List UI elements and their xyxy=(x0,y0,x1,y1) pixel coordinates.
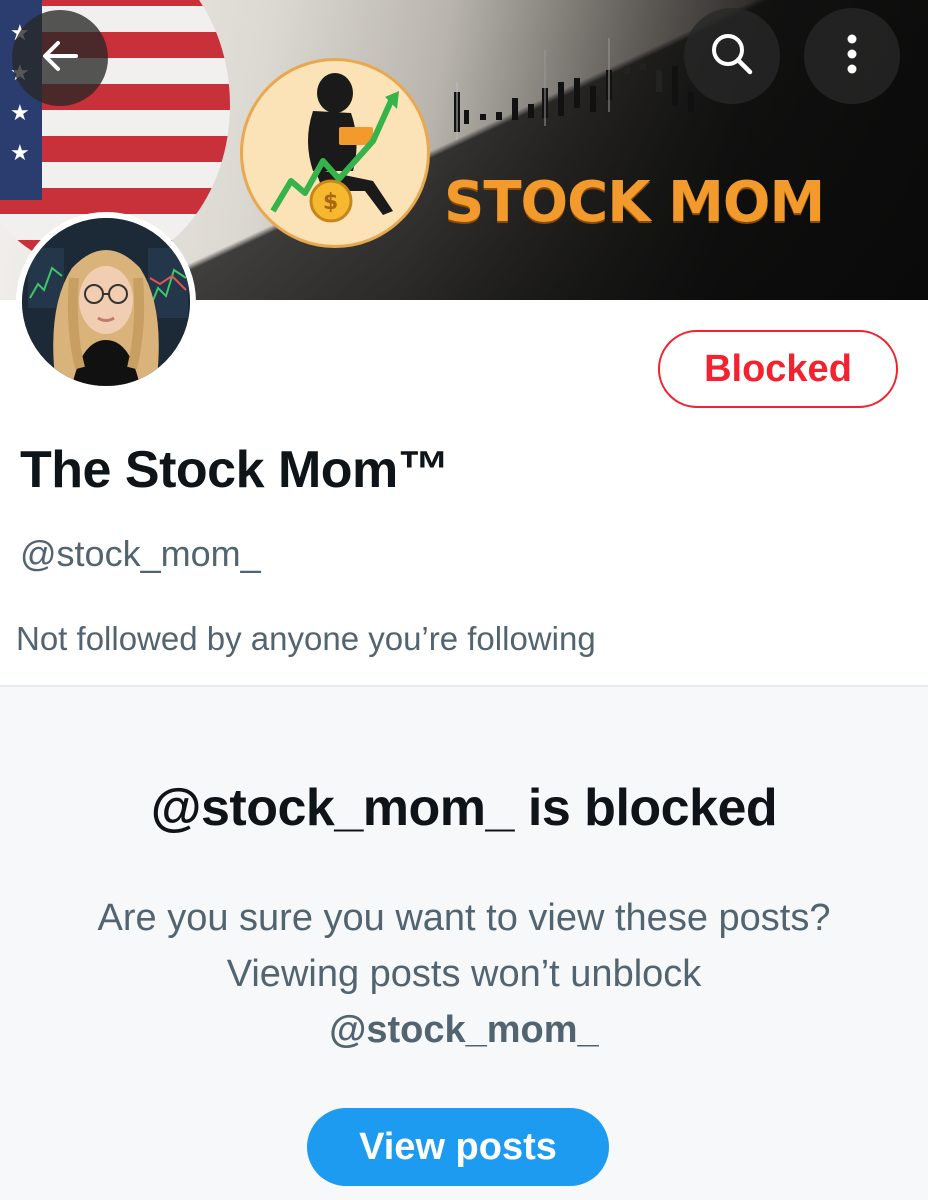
more-options-button[interactable] xyxy=(804,8,900,104)
arrow-left-icon xyxy=(36,32,84,85)
profile-handle: @stock_mom_ xyxy=(20,533,261,574)
more-vertical-icon xyxy=(842,29,862,84)
back-button[interactable] xyxy=(12,10,108,106)
blocked-button[interactable]: Blocked xyxy=(658,330,898,408)
svg-text:★: ★ xyxy=(10,141,30,166)
stock-mom-logo: $ xyxy=(240,58,430,248)
avatar[interactable] xyxy=(16,212,196,392)
search-button[interactable] xyxy=(684,8,780,104)
followed-by-text: Not followed by anyone you’re following xyxy=(16,620,596,657)
display-name: The Stock Mom™ xyxy=(20,441,450,499)
svg-text:$: $ xyxy=(323,190,338,215)
blocked-title: @stock_mom_ is blocked xyxy=(150,779,778,837)
view-posts-button[interactable]: View posts xyxy=(307,1108,609,1186)
svg-text:★: ★ xyxy=(10,101,30,126)
search-icon xyxy=(707,29,757,84)
blocked-description-handle[interactable]: @stock_mom_ xyxy=(329,1009,598,1051)
blocked-description: Are you sure you want to view these post… xyxy=(90,890,838,1058)
blocked-description-text: Are you sure you want to view these post… xyxy=(97,897,831,995)
banner-title: STOCK MOM xyxy=(444,170,825,235)
